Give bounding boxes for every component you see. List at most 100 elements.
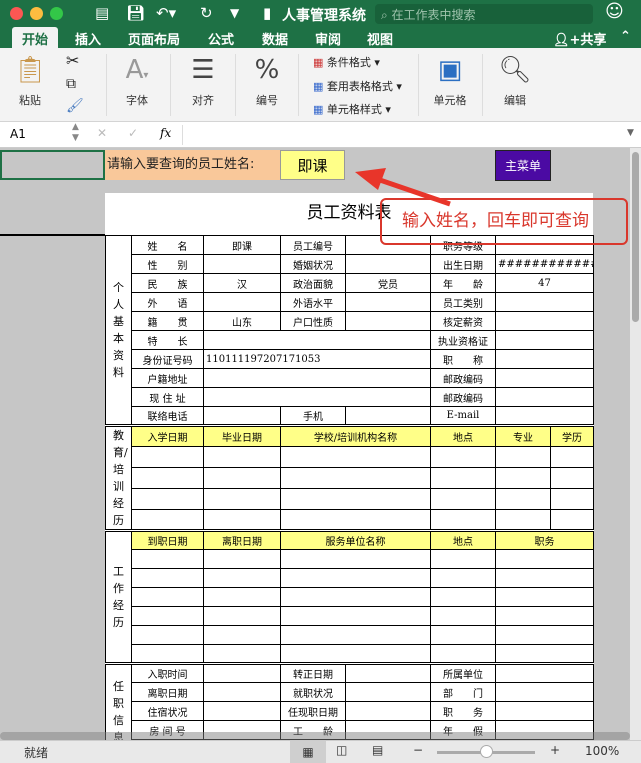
name-box-stepper[interactable]: ▲ ▼	[72, 122, 79, 144]
form-cell[interactable]: 党员	[345, 273, 431, 293]
section-label[interactable]: 任职信息	[105, 662, 132, 740]
form-cell[interactable]	[430, 568, 496, 588]
tab-insert[interactable]: 插入	[75, 27, 101, 48]
maximize-button[interactable]	[50, 7, 63, 20]
conditional-format-button[interactable]: ▦ 条件格式 ▾	[313, 54, 380, 70]
form-cell[interactable]	[131, 446, 204, 468]
customize-icon[interactable]: ▼	[230, 6, 239, 20]
form-cell[interactable]	[280, 509, 431, 531]
column-header[interactable]: 地点	[430, 424, 496, 447]
form-cell[interactable]	[280, 446, 431, 468]
field-label[interactable]: 部 门	[430, 682, 496, 702]
form-cell[interactable]	[131, 568, 204, 588]
form-cell[interactable]	[430, 587, 496, 607]
field-label[interactable]: 就职状况	[280, 682, 346, 702]
form-cell[interactable]	[495, 292, 594, 312]
section-label[interactable]: 工作经历	[105, 529, 132, 664]
form-cell[interactable]	[345, 254, 431, 274]
form-cell[interactable]	[131, 488, 204, 510]
form-cell[interactable]	[203, 587, 281, 607]
field-label[interactable]: 职 务	[430, 701, 496, 721]
collapse-ribbon-icon[interactable]: ⌃	[620, 27, 631, 48]
form-cell[interactable]	[203, 467, 281, 489]
zoom-out-icon[interactable]: −	[413, 743, 423, 757]
form-cell[interactable]	[495, 587, 594, 607]
form-cell[interactable]	[203, 330, 431, 350]
redo-icon[interactable]: ↻	[200, 4, 213, 22]
field-label[interactable]: 联络电话	[131, 406, 204, 426]
field-label[interactable]: E-mail	[430, 406, 496, 426]
form-cell[interactable]	[430, 644, 496, 664]
form-cell[interactable]	[550, 446, 594, 468]
table-format-button[interactable]: ▦ 套用表格格式 ▾	[313, 78, 402, 94]
form-cell[interactable]	[345, 701, 431, 721]
form-cell[interactable]	[495, 662, 594, 683]
field-label[interactable]: 年 龄	[430, 273, 496, 293]
horizontal-scrollbar[interactable]	[0, 732, 630, 740]
form-cell[interactable]	[345, 292, 431, 312]
form-cell[interactable]	[131, 467, 204, 489]
field-label[interactable]: 员工类别	[430, 292, 496, 312]
form-cell[interactable]	[495, 446, 551, 468]
close-button[interactable]	[10, 7, 23, 20]
form-cell[interactable]: 即课	[203, 235, 281, 255]
field-label[interactable]: 转正日期	[280, 662, 346, 683]
form-cell[interactable]	[203, 606, 281, 626]
form-cell[interactable]	[495, 488, 551, 510]
align-button[interactable]: ☰ 对齐	[178, 48, 228, 122]
form-cell[interactable]	[280, 568, 431, 588]
normal-view-icon[interactable]: ▦	[290, 741, 326, 763]
form-cell[interactable]	[280, 467, 431, 489]
column-header[interactable]: 职务	[495, 529, 594, 550]
form-cell[interactable]	[495, 682, 594, 702]
form-cell[interactable]	[430, 467, 496, 489]
name-box[interactable]: A1	[10, 127, 26, 141]
form-cell[interactable]	[550, 488, 594, 510]
form-cell[interactable]	[203, 509, 281, 531]
cut-icon[interactable]: ✂	[66, 51, 79, 70]
field-label[interactable]: 入职时间	[131, 662, 204, 683]
field-label[interactable]: 职 称	[430, 349, 496, 369]
field-label[interactable]: 离职日期	[131, 682, 204, 702]
form-cell[interactable]	[495, 606, 594, 626]
worksheet[interactable]: 请输入要查询的员工姓名: 即课 主菜单 员工资料表 个人基本资料姓 名即课 员工编…	[0, 148, 630, 740]
form-cell[interactable]	[280, 488, 431, 510]
form-cell[interactable]	[495, 644, 594, 664]
field-label[interactable]: 邮政编码	[430, 387, 496, 407]
column-header[interactable]: 毕业日期	[203, 424, 281, 447]
form-cell[interactable]	[495, 311, 594, 331]
cell-a1-selected[interactable]	[0, 150, 105, 180]
expand-formula-icon[interactable]: ▼	[627, 128, 634, 138]
undo-icon[interactable]: ↶▾	[156, 4, 176, 22]
form-cell[interactable]	[280, 606, 431, 626]
form-cell[interactable]	[345, 682, 431, 702]
share-button[interactable]: 👤︎+共享	[553, 27, 606, 48]
form-cell[interactable]	[430, 446, 496, 468]
form-cell[interactable]	[203, 701, 281, 721]
column-header[interactable]: 离职日期	[203, 529, 281, 550]
form-cell[interactable]	[495, 509, 551, 531]
column-header[interactable]: 服务单位名称	[280, 529, 431, 550]
tab-review[interactable]: 审阅	[315, 27, 341, 48]
minimize-button[interactable]	[30, 7, 43, 20]
form-cell[interactable]	[495, 467, 551, 489]
tab-view[interactable]: 视图	[367, 27, 393, 48]
form-cell[interactable]	[495, 406, 594, 426]
form-cell[interactable]	[203, 368, 431, 388]
field-label[interactable]: 民 族	[131, 273, 204, 293]
form-cell[interactable]	[495, 701, 594, 721]
form-cell[interactable]	[203, 682, 281, 702]
form-cell[interactable]	[495, 387, 594, 407]
form-cell[interactable]	[495, 330, 594, 350]
form-cell[interactable]	[495, 549, 594, 569]
section-label[interactable]: 教育/培训经历	[105, 424, 132, 531]
column-header[interactable]: 学校/培训机构名称	[280, 424, 431, 447]
function-icon[interactable]: fx	[160, 126, 171, 140]
field-label[interactable]: 户口性质	[280, 311, 346, 331]
column-header[interactable]: 入学日期	[131, 424, 204, 447]
field-label[interactable]: 所属单位	[430, 662, 496, 683]
form-cell[interactable]	[203, 568, 281, 588]
font-button[interactable]: A▾ 字体	[112, 48, 162, 122]
field-label[interactable]: 执业资格证	[430, 330, 496, 350]
form-cell[interactable]	[495, 349, 594, 369]
